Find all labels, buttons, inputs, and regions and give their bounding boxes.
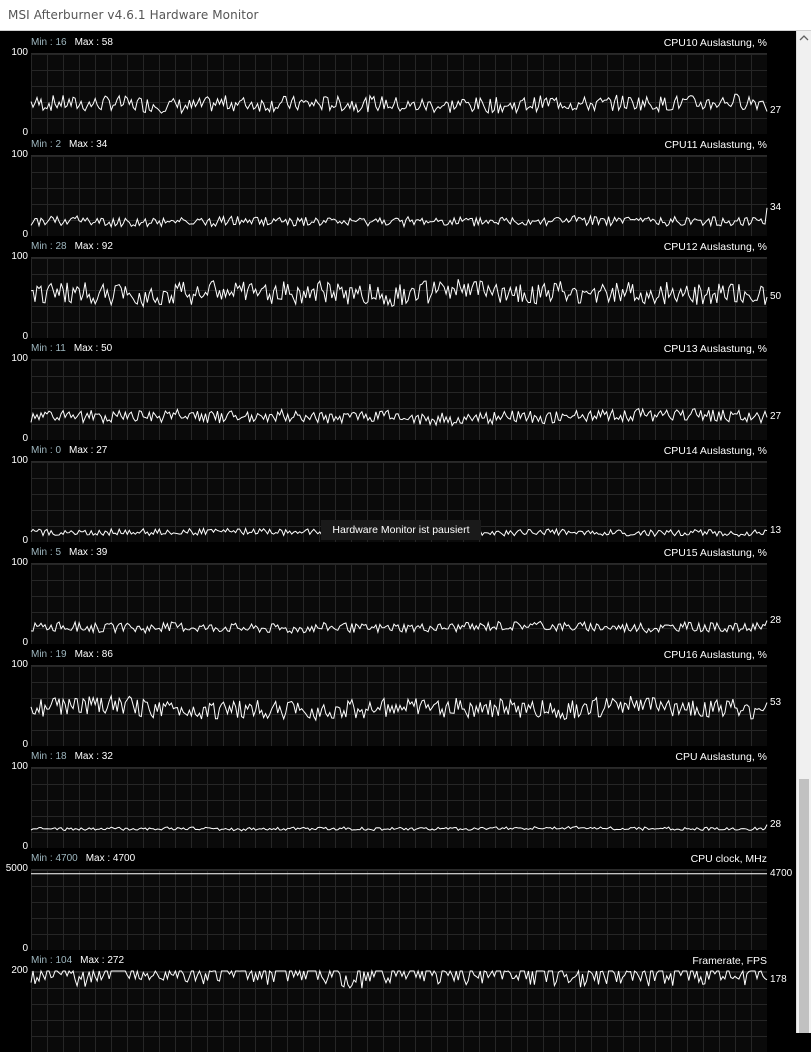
graph-min-label: Min : 11	[31, 343, 66, 354]
graph-current-value: 28	[770, 614, 782, 626]
graph-current-value: 178	[770, 973, 787, 985]
graph-minmax: Min : 11 Max : 50	[31, 343, 112, 354]
graph-minmax: Min : 2 Max : 34	[31, 139, 107, 150]
graph-max-label: Max : 50	[73, 343, 113, 354]
graph-title: CPU11 Auslastung, %	[664, 139, 767, 151]
graph-title: CPU16 Auslastung, %	[663, 649, 767, 661]
graph-trace	[30, 620, 768, 635]
graph-panel[interactable]: Min : 16 Max : 58 CPU10 Auslastung, % 100 0 2…	[0, 31, 797, 138]
graph-min-label: Min : 16	[31, 37, 67, 48]
graph-max-label: Max : 272	[80, 955, 125, 966]
y-axis-max-label: 5000	[5, 863, 28, 874]
graph-title: CPU Auslastung, %	[675, 751, 767, 763]
graph-minmax: Min : 28 Max : 92	[31, 241, 113, 252]
y-axis-max-label: 100	[11, 149, 28, 160]
graph-trace	[30, 694, 768, 722]
graph-minmax: Min : 0 Max : 27	[31, 445, 107, 456]
graph-trace	[30, 824, 768, 832]
graph-panel[interactable]: Min : 5 Max : 39 CPU15 Auslastung, % 100 0 28	[0, 541, 797, 648]
trace-line	[30, 279, 768, 309]
graph-current-value: 28	[770, 818, 782, 830]
y-axis-max-label: 100	[11, 557, 28, 568]
graph-min-label: Min : 104	[31, 955, 73, 966]
graph-min-label: Min : 19	[31, 649, 67, 660]
graph-trace	[31, 873, 767, 875]
graph-min-label: Min : 4700	[31, 853, 78, 864]
graph-panel[interactable]: Min : 2 Max : 34 CPU11 Auslastung, % 100 0 34	[0, 133, 797, 240]
graph-trace	[30, 207, 768, 229]
y-axis-max-label: 200	[11, 965, 28, 976]
trace-line	[30, 694, 768, 722]
graph-current-value: 50	[770, 291, 782, 302]
graph-title: CPU10 Auslastung, %	[663, 37, 767, 49]
graph-max-label: Max : 58	[74, 37, 113, 48]
graph-max-label: Max : 86	[74, 649, 113, 660]
trace-line	[30, 620, 768, 635]
graph-trace	[30, 93, 768, 115]
y-axis-max-label: 100	[11, 47, 28, 58]
graph-minmax: Min : 104 Max : 272	[31, 955, 124, 966]
graph-title: Framerate, FPS	[692, 955, 767, 967]
graph-current-value: 27	[770, 105, 782, 117]
graph-trace	[30, 407, 768, 427]
graph-panel[interactable]: Min : 104 Max : 272 Framerate, FPS 200 178	[0, 949, 797, 1052]
graph-current-value: 53	[770, 696, 782, 708]
graph-max-label: Max : 27	[69, 445, 108, 456]
graph-title: CPU12 Auslastung, %	[663, 241, 767, 253]
graph-trace	[30, 969, 768, 989]
y-axis-max-label: 100	[11, 455, 28, 466]
graph-title: CPU15 Auslastung, %	[663, 547, 767, 559]
trace-line	[30, 207, 768, 229]
window-title: MSI Afterburner v4.6.1 Hardware Monitor	[8, 8, 259, 22]
scrollbar-thumb[interactable]	[799, 779, 809, 1033]
trace-line	[30, 407, 768, 427]
graph-max-label: Max : 4700	[85, 853, 136, 864]
graph-minmax: Min : 5 Max : 39	[31, 547, 107, 558]
graph-current-value: 34	[770, 201, 782, 213]
vertical-scrollbar[interactable]	[796, 31, 811, 1033]
paused-notice: Hardware Monitor ist pausiert	[321, 520, 481, 540]
scroll-up-arrow-icon[interactable]	[797, 31, 811, 45]
graph-min-label: Min : 2	[31, 139, 62, 150]
trace-line	[30, 93, 768, 115]
graph-current-value: 4700	[770, 867, 793, 879]
y-axis-max-label: 100	[11, 659, 28, 670]
graph-max-label: Max : 39	[69, 547, 108, 558]
graph-trace	[30, 279, 768, 309]
graph-title: CPU clock, MHz	[690, 853, 767, 865]
trace-line	[30, 824, 768, 832]
trace-line	[30, 969, 768, 989]
graph-min-label: Min : 28	[31, 241, 67, 252]
graph-panel[interactable]: Min : 19 Max : 86 CPU16 Auslastung, % 100 0 5…	[0, 643, 797, 750]
graph-max-label: Max : 34	[69, 139, 108, 150]
graph-title: CPU14 Auslastung, %	[663, 445, 767, 457]
graph-panel[interactable]: Min : 11 Max : 50 CPU13 Auslastung, % 100 0 2…	[0, 337, 797, 444]
window-titlebar[interactable]: MSI Afterburner v4.6.1 Hardware Monitor	[0, 0, 811, 31]
graph-minmax: Min : 4700 Max : 4700	[31, 853, 135, 864]
graph-current-value: 13	[770, 524, 782, 536]
graph-min-label: Min : 18	[31, 751, 67, 762]
graph-max-label: Max : 92	[74, 241, 113, 252]
graph-minmax: Min : 18 Max : 32	[31, 751, 113, 762]
graph-minmax: Min : 16 Max : 58	[31, 37, 113, 48]
y-axis-max-label: 100	[11, 251, 28, 262]
graph-panel[interactable]: Min : 28 Max : 92 CPU12 Auslastung, % 100 0 5…	[0, 235, 797, 342]
y-axis-max-label: 100	[11, 761, 28, 772]
graph-panel[interactable]: Min : 4700 Max : 4700 CPU clock, MHz 5000 0 4…	[0, 847, 797, 954]
y-axis-max-label: 100	[11, 353, 28, 364]
graph-min-label: Min : 5	[31, 547, 62, 558]
graph-minmax: Min : 19 Max : 86	[31, 649, 113, 660]
graph-title: CPU13 Auslastung, %	[663, 343, 767, 355]
graph-current-value: 27	[770, 411, 782, 423]
graph-min-label: Min : 0	[31, 445, 62, 456]
graph-max-label: Max : 32	[74, 751, 113, 762]
graph-panel[interactable]: Min : 18 Max : 32 CPU Auslastung, % 100 0 28	[0, 745, 797, 852]
